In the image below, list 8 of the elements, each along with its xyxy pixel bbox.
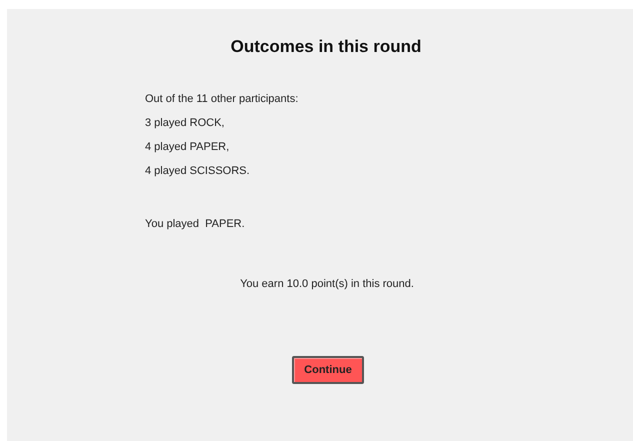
result-line: 4 played SCISSORS.: [145, 165, 251, 177]
own-choice-text: You played PAPER.: [145, 218, 246, 230]
result-line: Out of the 11 other participants:: [145, 93, 300, 105]
result-line: 3 played ROCK,: [145, 117, 226, 129]
earnings-text: You earn 10.0 point(s) in this round.: [240, 278, 414, 290]
dialog-title: Outcomes in this round: [230, 37, 422, 57]
result-line: 4 played PAPER,: [145, 141, 230, 153]
continue-button[interactable]: Continue: [292, 356, 364, 384]
